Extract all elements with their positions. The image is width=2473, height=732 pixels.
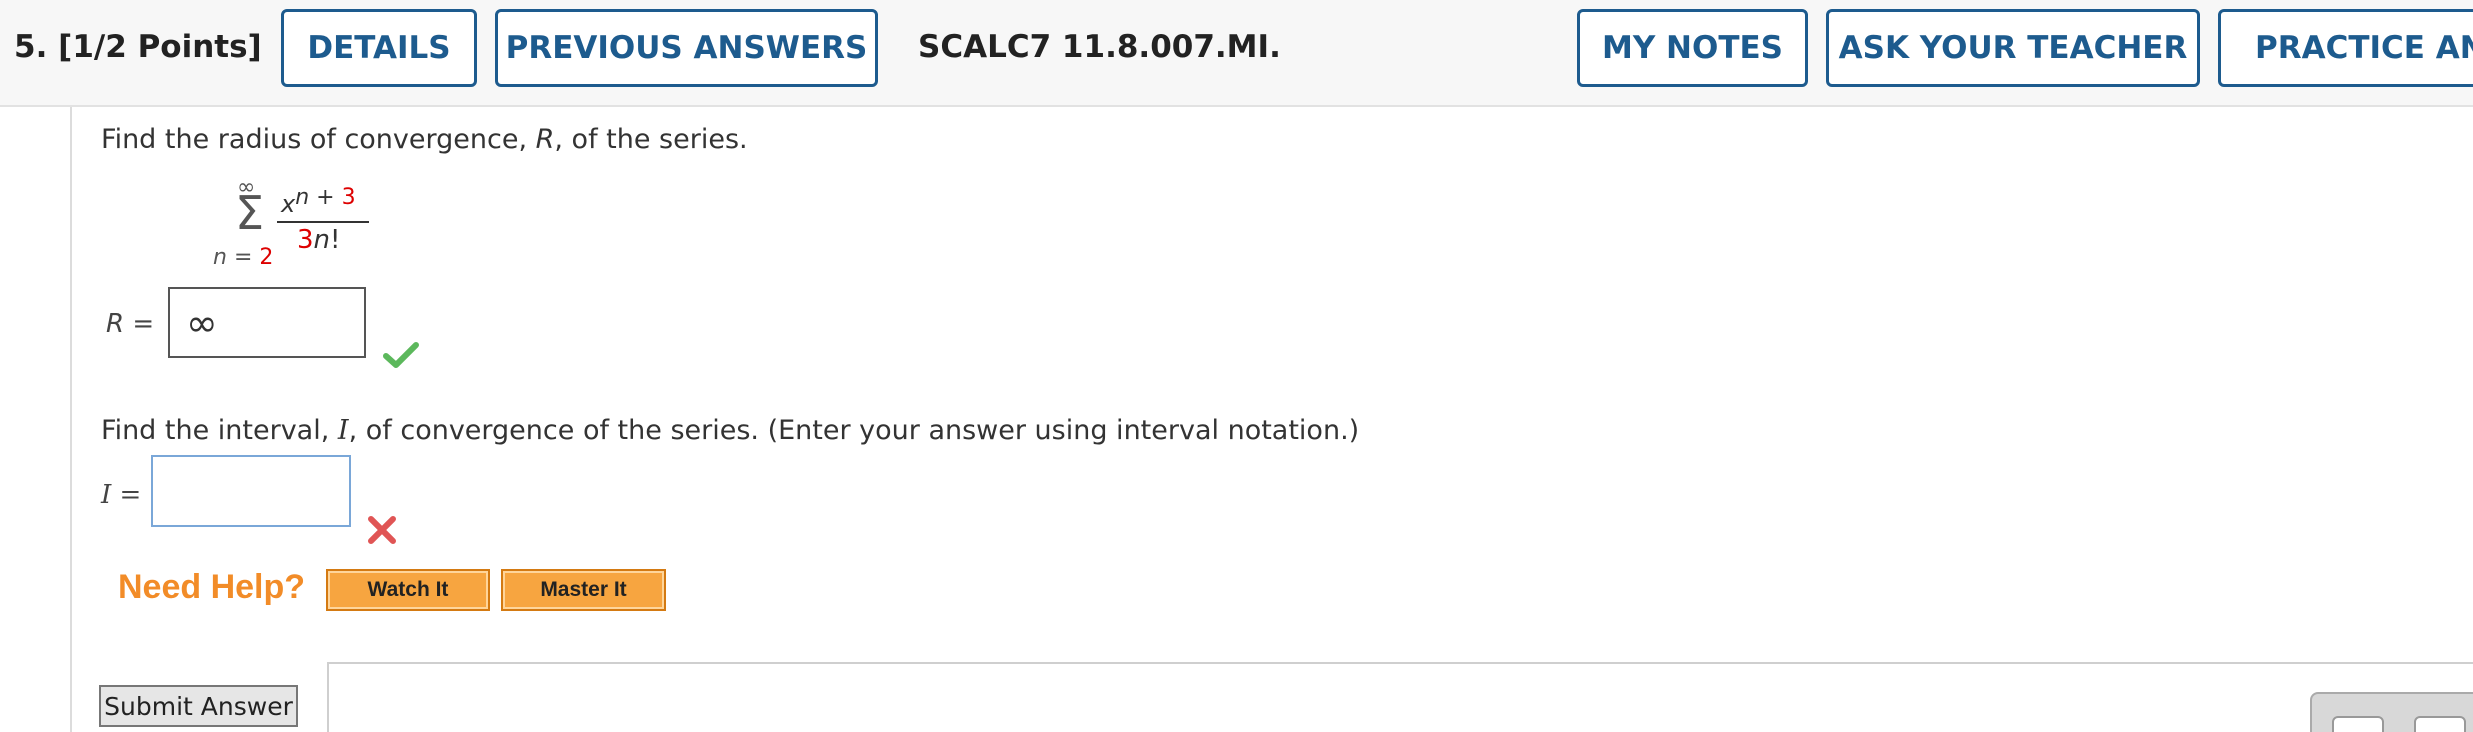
correct-check-icon (383, 342, 419, 368)
series-expression: ∞ Σ n = 2 xn + 3 3n! (205, 175, 385, 275)
tool-button[interactable] (2414, 716, 2466, 732)
radius-prompt: Find the radius of convergence, R, of th… (101, 124, 748, 155)
r-label: R = (106, 309, 155, 339)
sigma-icon: Σ (235, 186, 265, 240)
my-notes-button[interactable]: MY NOTES (1577, 9, 1808, 87)
tool-button[interactable] (2332, 716, 2384, 732)
question-number: 5. [1/2 Points] (14, 29, 262, 65)
work-area[interactable] (327, 662, 2473, 732)
problem-code: SCALC7 11.8.007.MI. (918, 29, 1281, 65)
watch-it-button[interactable]: Watch It (326, 569, 490, 611)
content-left-border (70, 107, 72, 732)
interval-answer-field[interactable] (151, 455, 351, 527)
submit-answer-button[interactable]: Submit Answer (99, 685, 298, 727)
previous-answers-button[interactable]: PREVIOUS ANSWERS (495, 9, 878, 87)
points-label: [1/2 Points] (58, 29, 262, 65)
question-header: 5. [1/2 Points] DETAILS PREVIOUS ANSWERS… (0, 0, 2473, 107)
practice-another-button[interactable]: PRACTICE ANOTHER (2218, 9, 2473, 87)
details-button[interactable]: DETAILS (281, 9, 477, 87)
master-it-button[interactable]: Master It (501, 569, 666, 611)
incorrect-x-icon (368, 516, 396, 544)
i-label: I = (101, 480, 142, 510)
ask-teacher-button[interactable]: ASK YOUR TEACHER (1826, 9, 2200, 87)
series-numerator: xn + 3 (281, 185, 356, 218)
need-help-label: Need Help? (118, 568, 306, 606)
interval-prompt: Find the interval, I, of convergence of … (101, 415, 1360, 446)
radius-answer-field[interactable]: ∞ (168, 287, 366, 358)
sum-lower-limit: n = 2 (213, 245, 274, 270)
tool-panel (2310, 692, 2473, 732)
series-denominator: 3n! (297, 225, 341, 255)
fraction-bar (277, 221, 369, 223)
